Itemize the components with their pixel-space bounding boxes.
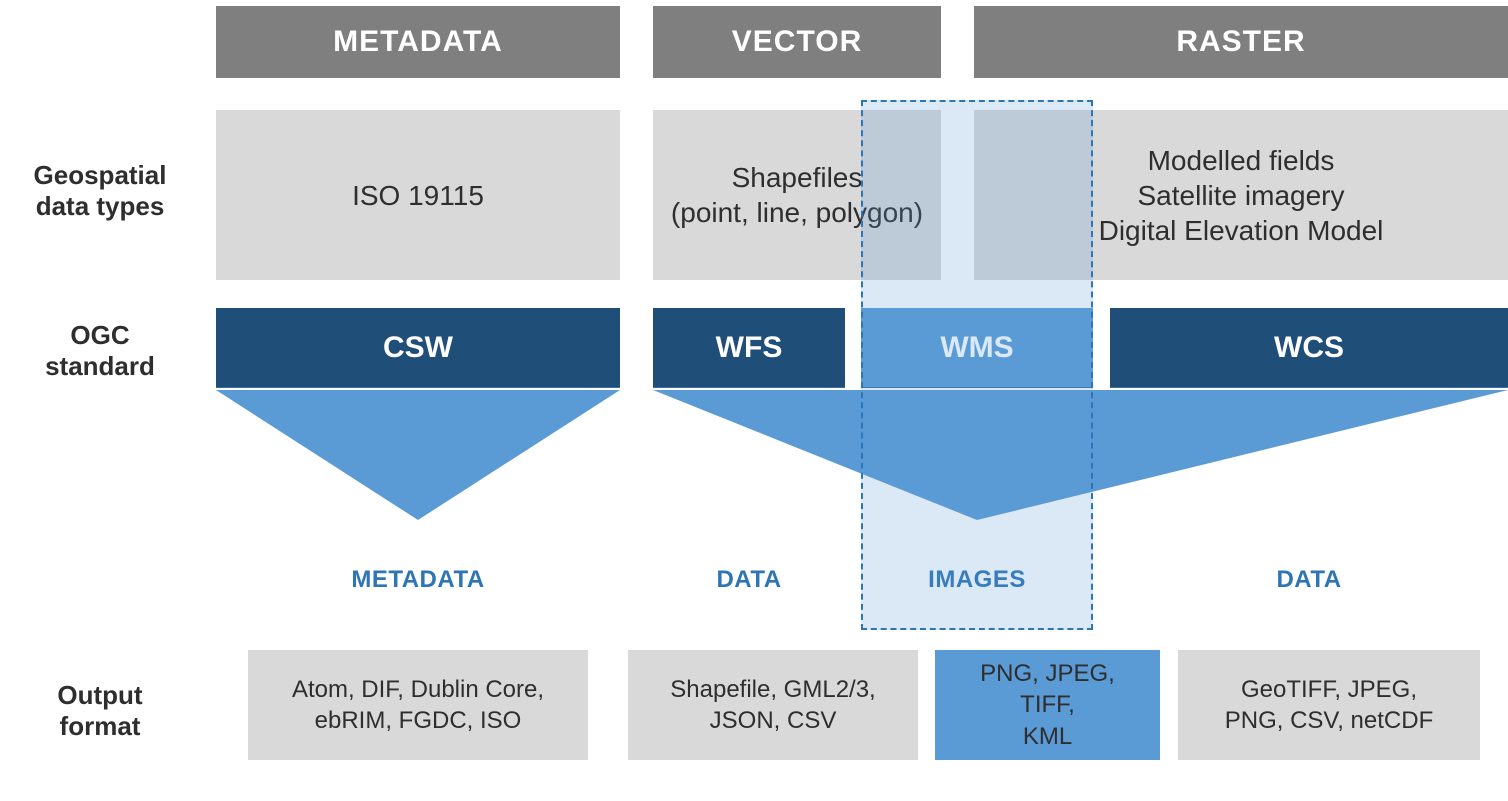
formats-metadata: Atom, DIF, Dublin Core,ebRIM, FGDC, ISO xyxy=(248,650,588,760)
ogc-csw: CSW xyxy=(216,308,620,388)
formats-wcs: GeoTIFF, JPEG,PNG, CSV, netCDF xyxy=(1178,650,1480,760)
arrow-csw xyxy=(216,390,620,520)
outkind-wcs: DATA xyxy=(1110,560,1508,600)
formats-wfs: Shapefile, GML2/3,JSON, CSV xyxy=(628,650,918,760)
header-metadata: METADATA xyxy=(216,6,620,78)
row-label-datatypes: Geospatialdata types xyxy=(0,160,200,222)
outkind-wms: IMAGES xyxy=(861,560,1093,600)
arrow-vector-raster xyxy=(653,390,1508,520)
outkind-wfs: DATA xyxy=(653,560,845,600)
ogc-wfs: WFS xyxy=(653,308,845,388)
datatype-vector: Shapefiles(point, line, polygon) xyxy=(653,110,941,280)
header-raster: RASTER xyxy=(974,6,1508,78)
ogc-wcs: WCS xyxy=(1110,308,1508,388)
row-label-ogc: OGCstandard xyxy=(0,320,200,382)
datatype-raster: Modelled fieldsSatellite imageryDigital … xyxy=(974,110,1508,280)
datatype-metadata: ISO 19115 xyxy=(216,110,620,280)
ogc-wms: WMS xyxy=(861,308,1093,388)
row-label-output: Outputformat xyxy=(0,680,200,742)
header-vector: VECTOR xyxy=(653,6,941,78)
formats-wms: PNG, JPEG, TIFF,KML xyxy=(935,650,1160,760)
outkind-metadata: METADATA xyxy=(216,560,620,600)
